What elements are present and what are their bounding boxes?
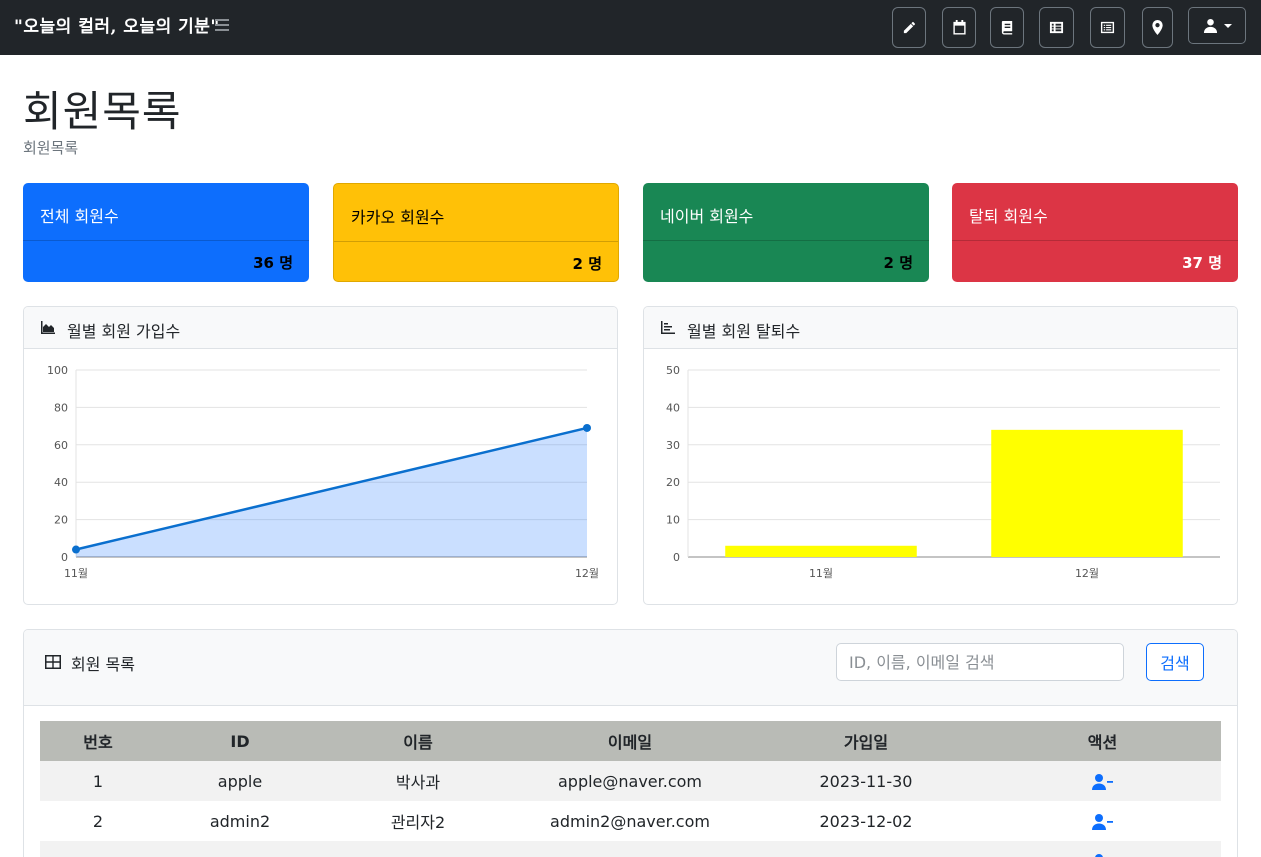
stat-label: 전체 회원수: [40, 207, 119, 226]
search-input[interactable]: [836, 643, 1124, 681]
stat-label: 카카오 회원수: [351, 208, 445, 227]
page-title: 회원목록: [23, 87, 182, 136]
user-minus-icon[interactable]: [1091, 813, 1114, 831]
table-row: 2 admin2 관리자2 admin2@naver.com 2023-12-0…: [40, 801, 1221, 841]
column-header[interactable]: ID: [156, 721, 324, 761]
user-minus-icon[interactable]: [1092, 853, 1114, 857]
user-menu-button[interactable]: [1188, 7, 1246, 44]
area-chart-icon: [41, 321, 55, 334]
breadcrumb: 회원목록: [23, 139, 79, 157]
cell-name: 관리자2: [324, 801, 512, 841]
member-table: 번호 ID 이름 이메일 가입일 액션 1 apple 박사과 apple@na…: [40, 721, 1221, 857]
y-tick-label: 40: [666, 401, 680, 414]
cell-no: 1: [40, 761, 156, 801]
stat-card-total: 전체 회원수 36 명: [23, 183, 309, 282]
cell-id: apple: [156, 761, 324, 801]
stat-value: 2 명: [572, 255, 602, 273]
user-icon: [1203, 18, 1217, 33]
bar: [725, 545, 917, 557]
chevron-down-icon: [1223, 23, 1232, 28]
column-header[interactable]: 액션: [984, 721, 1221, 761]
stat-value: 2 명: [883, 254, 913, 272]
withdraw-bar-chart: 0 10 20 30 40 50 11월 12월: [666, 364, 1220, 580]
card-title: 월별 회원 가입수: [67, 322, 181, 341]
search-button[interactable]: 검색: [1146, 643, 1204, 681]
y-tick-label: 0: [673, 551, 680, 564]
cell-name: 박사과: [324, 761, 512, 801]
withdraw-chart-card: 월별 회원 탈퇴수 0 10 20 30 40 50 11월 12월: [643, 306, 1238, 605]
list-button[interactable]: [1039, 7, 1074, 48]
top-navbar: "오늘의 컬러, 오늘의 기분": [0, 0, 1261, 55]
cell-action: [984, 801, 1221, 841]
data-point: [583, 423, 591, 432]
y-tick-label: 50: [666, 364, 680, 377]
column-header[interactable]: 이메일: [512, 721, 748, 761]
y-tick-label: 20: [54, 514, 68, 527]
column-header[interactable]: 번호: [40, 721, 156, 761]
stat-card-naver: 네이버 회원수 2 명: [643, 183, 929, 282]
table-row: [40, 841, 1221, 857]
bar: [991, 429, 1183, 557]
card-header: 회원 목록 검색: [24, 630, 1237, 706]
table-icon: [45, 655, 61, 669]
cell-action: [984, 761, 1221, 801]
cell-date: 2023-12-02: [748, 801, 984, 841]
table-row: 1 apple 박사과 apple@naver.com 2023-11-30: [40, 761, 1221, 801]
cell-email: apple@naver.com: [512, 761, 748, 801]
book-button[interactable]: [990, 7, 1024, 48]
stat-card-withdrawn: 탈퇴 회원수 37 명: [952, 183, 1238, 282]
y-tick-label: 30: [666, 439, 680, 452]
menu-toggle-icon[interactable]: [215, 19, 229, 33]
map-marker-icon: [1152, 20, 1163, 35]
card-header: 월별 회원 탈퇴수: [644, 307, 1237, 349]
list-icon: [1049, 21, 1064, 34]
stat-label: 네이버 회원수: [660, 207, 754, 226]
brand-logo[interactable]: "오늘의 컬러, 오늘의 기분": [14, 12, 220, 37]
x-tick-label: 11월: [64, 567, 88, 580]
calendar-button[interactable]: [942, 7, 976, 48]
cell-email: admin2@naver.com: [512, 801, 748, 841]
cell-action: [984, 841, 1221, 857]
book-icon: [1001, 20, 1012, 35]
y-tick-label: 10: [666, 514, 680, 527]
stat-value: 37 명: [1182, 254, 1222, 272]
column-header[interactable]: 이름: [324, 721, 512, 761]
user-minus-icon[interactable]: [1091, 773, 1114, 791]
calendar-icon: [952, 20, 966, 35]
stat-value: 36 명: [253, 254, 293, 272]
signup-area-chart: 0 20 40 60 80 100 11월 12월: [47, 364, 599, 580]
x-tick-label: 12월: [575, 567, 599, 580]
y-tick-label: 0: [61, 551, 68, 564]
card-title: 월별 회원 탈퇴수: [687, 322, 801, 341]
list-alt-button[interactable]: [1090, 7, 1125, 48]
signup-chart-card: 월별 회원 가입수 0 20 40 60 80 100 11월 12월: [23, 306, 618, 605]
edit-button[interactable]: [892, 7, 926, 48]
card-header: 월별 회원 가입수: [24, 307, 617, 349]
list-alt-icon: [1100, 21, 1115, 34]
card-title: 회원 목록: [71, 655, 135, 674]
member-list-card: 회원 목록 검색 번호 ID 이름 이메일 가입일 액션 1 apple 박사과…: [23, 629, 1238, 857]
y-tick-label: 80: [54, 401, 68, 414]
stat-card-kakao: 카카오 회원수 2 명: [333, 183, 619, 282]
y-tick-label: 60: [54, 439, 68, 452]
x-tick-label: 11월: [809, 567, 833, 580]
edit-icon: [903, 21, 915, 34]
cell-no: 2: [40, 801, 156, 841]
cell-id: admin2: [156, 801, 324, 841]
data-point: [72, 545, 80, 554]
y-tick-label: 40: [54, 476, 68, 489]
bar-chart-icon: [661, 321, 675, 334]
column-header[interactable]: 가입일: [748, 721, 984, 761]
y-tick-label: 20: [666, 476, 680, 489]
x-tick-label: 12월: [1075, 567, 1099, 580]
cell-date: 2023-11-30: [748, 761, 984, 801]
stat-label: 탈퇴 회원수: [969, 207, 1048, 226]
map-button[interactable]: [1142, 7, 1173, 48]
y-tick-label: 100: [47, 364, 68, 377]
